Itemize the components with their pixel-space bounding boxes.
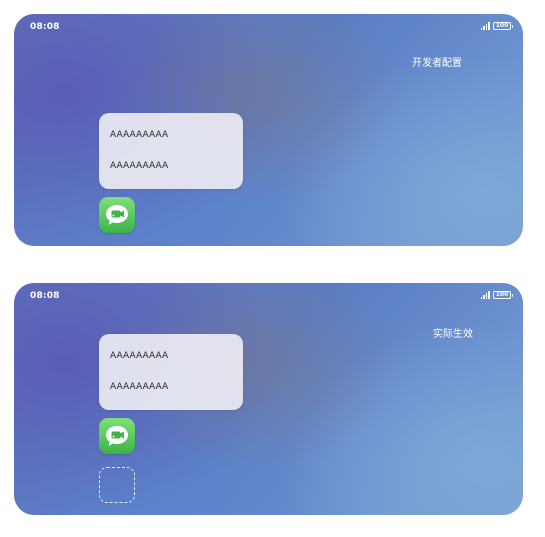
messaging-app-icon[interactable] xyxy=(99,418,135,454)
signal-strength-icon xyxy=(480,22,490,30)
status-bar-right: 100 xyxy=(480,291,513,299)
status-bar-time: 08:08 xyxy=(30,291,60,301)
widget-text-line-1: AAAAAAAAA xyxy=(110,130,169,140)
home-screen-developer-config: 08:08 100 开发者配置 AAAAAAAAA AAAAAAAAA xyxy=(14,14,523,246)
home-screen-actual-effect: 08:08 100 实际生效 AAAAAAAAA AAAAAAAAA xyxy=(14,283,523,515)
developer-config-label: 开发者配置 xyxy=(412,58,462,69)
status-bar-right: 100 xyxy=(480,22,513,30)
actual-effect-label: 实际生效 xyxy=(433,329,473,340)
status-bar-time: 08:08 xyxy=(30,22,60,32)
widget-text-line-2: AAAAAAAAA xyxy=(110,382,169,392)
signal-strength-icon xyxy=(480,291,490,299)
battery-icon: 100 xyxy=(493,291,513,299)
widget-card[interactable]: AAAAAAAAA AAAAAAAAA xyxy=(99,113,243,189)
battery-icon: 100 xyxy=(493,22,513,30)
empty-drop-slot[interactable] xyxy=(99,467,135,503)
widget-card[interactable]: AAAAAAAAA AAAAAAAAA xyxy=(99,334,243,410)
messaging-app-icon[interactable] xyxy=(99,197,135,233)
widget-text-line-2: AAAAAAAAA xyxy=(110,161,169,171)
widget-text-line-1: AAAAAAAAA xyxy=(110,351,169,361)
